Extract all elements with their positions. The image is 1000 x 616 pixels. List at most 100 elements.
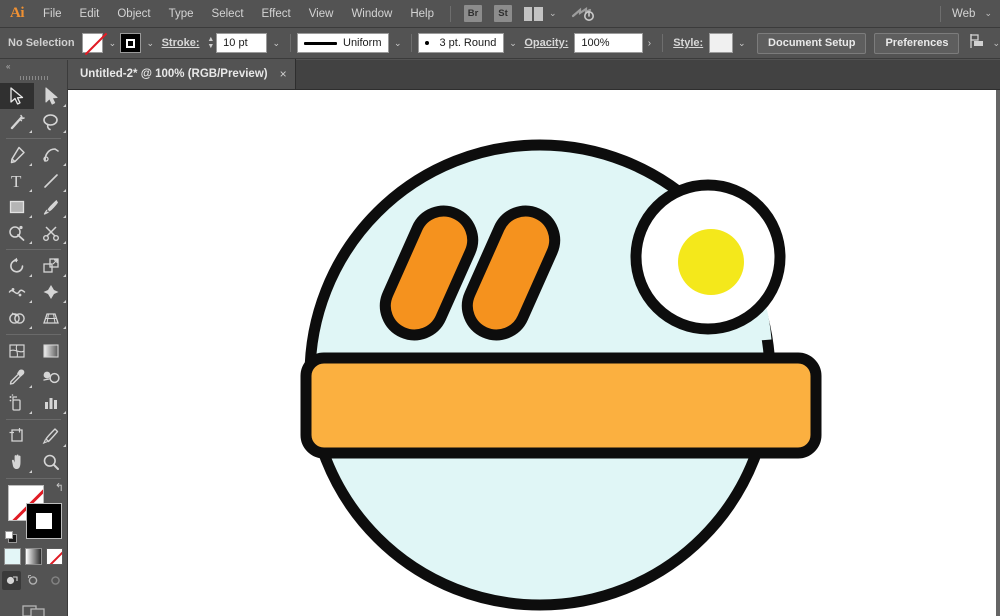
free-transform-tool[interactable]	[34, 279, 68, 305]
stroke-weight-label[interactable]: Stroke:	[162, 37, 200, 49]
draw-behind-button[interactable]	[24, 571, 43, 590]
menu-effect[interactable]: Effect	[253, 0, 300, 28]
column-graph-tool[interactable]	[34, 390, 68, 416]
tool-more-indicator-icon	[29, 274, 32, 277]
menubar-divider	[450, 5, 451, 22]
rectangle-tool[interactable]	[0, 194, 34, 220]
artwork-breakfast-plate[interactable]	[68, 90, 1000, 616]
document-setup-button[interactable]: Document Setup	[757, 32, 867, 54]
panel-drag-handle[interactable]	[0, 73, 67, 83]
menu-type[interactable]: Type	[160, 0, 203, 28]
graphic-style-swatch[interactable]	[709, 33, 733, 53]
creative-cloud-sync-icon[interactable]	[571, 5, 595, 23]
style-label[interactable]: Style:	[673, 37, 703, 49]
menu-select[interactable]: Select	[203, 0, 253, 28]
bridge-icon[interactable]: Br	[464, 5, 482, 22]
stroke-color-swatch[interactable]	[26, 503, 62, 539]
close-icon[interactable]: ×	[280, 68, 287, 80]
line-segment-tool[interactable]	[34, 168, 68, 194]
zoom-tool[interactable]	[34, 449, 68, 475]
document-canvas[interactable]	[68, 90, 1000, 616]
toast-bar[interactable]	[300, 352, 822, 459]
gradient-tool[interactable]	[34, 338, 68, 364]
hand-tool[interactable]	[0, 449, 34, 475]
controlbar-divider-2	[411, 34, 413, 52]
shaper-tool[interactable]	[0, 220, 34, 246]
eyedropper-tool[interactable]	[0, 364, 34, 390]
stepper-up-icon[interactable]: ▲	[207, 36, 214, 43]
toolbar-divider-4	[6, 419, 61, 420]
stroke-weight-caret-icon[interactable]: ⌄	[269, 33, 284, 53]
tool-more-indicator-icon	[29, 385, 32, 388]
brush-definition-caret-icon[interactable]: ⌄	[506, 33, 521, 53]
pen-tool[interactable]	[0, 142, 34, 168]
paintbrush-tool[interactable]	[34, 194, 68, 220]
fried-egg-yolk[interactable]	[678, 229, 744, 295]
rotate-tool[interactable]	[0, 253, 34, 279]
opacity-input[interactable]: 100%	[574, 33, 643, 53]
blend-tool[interactable]	[34, 364, 68, 390]
stroke-profile-select[interactable]: Uniform	[296, 33, 389, 53]
draw-normal-button[interactable]	[2, 571, 21, 590]
menu-edit[interactable]: Edit	[71, 0, 109, 28]
align-caret-icon[interactable]: ⌄	[992, 38, 1000, 48]
gradient-paint-button[interactable]	[25, 548, 42, 565]
stroke-profile-caret-icon[interactable]: ⌄	[391, 33, 406, 53]
selection-tool[interactable]	[0, 83, 34, 109]
stepper-down-icon[interactable]: ▼	[207, 43, 214, 50]
slice-tool[interactable]	[34, 423, 68, 449]
tool-more-indicator-icon	[63, 189, 66, 192]
fill-swatch[interactable]	[81, 33, 104, 53]
style-caret-icon[interactable]: ⌄	[735, 33, 750, 53]
default-fill-stroke-icon[interactable]	[5, 531, 18, 544]
tools-panel: « T ↰	[0, 60, 68, 616]
tool-more-indicator-icon	[63, 241, 66, 244]
draw-inside-button[interactable]	[46, 571, 65, 590]
stroke-weight-stepper[interactable]: ▲ ▼	[205, 34, 216, 52]
selection-status: No Selection	[8, 37, 75, 49]
magic-wand-tool[interactable]	[0, 109, 34, 135]
perspective-grid-tool[interactable]	[34, 305, 68, 331]
collapse-panel-icon[interactable]: «	[0, 60, 67, 73]
artboard-tool[interactable]	[0, 423, 34, 449]
opacity-more-icon[interactable]: ›	[643, 33, 657, 53]
arrange-documents-icon[interactable]	[524, 6, 544, 21]
brush-definition-select[interactable]: 3 pt. Round	[418, 33, 504, 53]
workspace-caret-icon[interactable]: ⌄	[984, 9, 992, 18]
tool-group-color	[0, 338, 67, 416]
arrange-caret-icon[interactable]: ⌄	[549, 9, 557, 18]
opacity-label[interactable]: Opacity:	[524, 37, 568, 49]
width-tool[interactable]	[0, 279, 34, 305]
stroke-swatch[interactable]	[119, 33, 142, 53]
none-paint-button[interactable]	[46, 548, 63, 565]
scissors-tool[interactable]	[34, 220, 68, 246]
color-paint-button[interactable]	[4, 548, 21, 565]
menu-file[interactable]: File	[34, 0, 71, 28]
direct-selection-tool[interactable]	[34, 83, 68, 109]
fill-dropdown-caret-icon[interactable]: ⌄	[105, 33, 120, 53]
stroke-profile-value: Uniform	[343, 37, 382, 49]
stroke-dropdown-caret-icon[interactable]: ⌄	[143, 33, 158, 53]
symbol-sprayer-tool[interactable]	[0, 390, 34, 416]
type-tool[interactable]: T	[0, 168, 34, 194]
preferences-button[interactable]: Preferences	[874, 32, 960, 54]
curvature-tool[interactable]	[34, 142, 68, 168]
lasso-tool[interactable]	[34, 109, 68, 135]
menu-object[interactable]: Object	[108, 0, 159, 28]
mesh-tool[interactable]	[0, 338, 34, 364]
stroke-weight-input[interactable]: 10 pt	[216, 33, 267, 53]
swap-fill-stroke-icon[interactable]: ↰	[55, 483, 64, 494]
shape-builder-tool[interactable]	[0, 305, 34, 331]
menu-window[interactable]: Window	[342, 0, 401, 28]
screen-mode-button[interactable]	[0, 602, 67, 616]
scale-tool[interactable]	[34, 253, 68, 279]
illustrator-window: Ai File Edit Object Type Select Effect V…	[0, 0, 1000, 616]
toolbar-divider-1	[6, 138, 61, 139]
menu-help[interactable]: Help	[401, 0, 443, 28]
stock-icon[interactable]: St	[494, 5, 512, 22]
document-tab[interactable]: Untitled-2* @ 100% (RGB/Preview) ×	[68, 59, 296, 89]
workspace-label[interactable]: Web	[948, 8, 979, 20]
default-fill-box	[5, 531, 13, 539]
align-to-icon[interactable]	[969, 33, 987, 54]
menu-view[interactable]: View	[300, 0, 343, 28]
